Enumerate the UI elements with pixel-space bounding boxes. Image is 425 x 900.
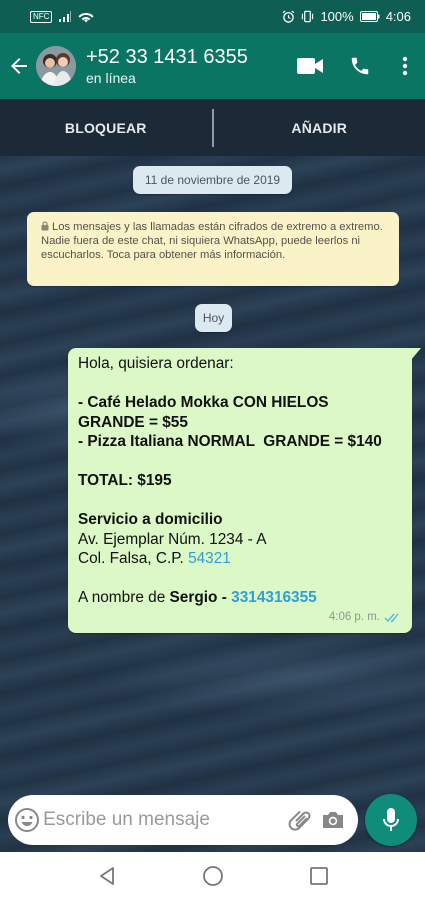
double-check-icon <box>384 613 399 623</box>
mic-button[interactable] <box>365 794 417 846</box>
system-nav-bar <box>0 852 425 900</box>
message-meta: 4:06 p. m. <box>329 608 402 628</box>
message-time: 4:06 p. m. <box>328 610 380 623</box>
message-delivery-title: Servicio a domicilio <box>78 511 223 528</box>
nfc-icon: NFC <box>30 10 53 23</box>
bubble-tail <box>411 348 421 360</box>
add-contact-button[interactable]: AÑADIR <box>214 120 425 136</box>
message-greeting: Hola, quisiera ordenar: <box>78 355 234 372</box>
status-time: 4:06 <box>385 9 411 24</box>
lock-icon <box>41 221 49 231</box>
camera-icon <box>323 812 344 828</box>
avatar[interactable] <box>36 46 76 86</box>
name-separator: - <box>217 589 232 606</box>
video-call-button[interactable] <box>285 33 335 99</box>
back-arrow-icon <box>11 58 27 74</box>
contact-status: en línea <box>86 70 136 86</box>
battery-icon <box>359 11 380 22</box>
address-prefix: Col. Falsa, C.P. <box>78 550 189 567</box>
message-name-line: A nombre de Sergio - 3314316355 <box>78 588 402 608</box>
phone-link[interactable]: 3314316355 <box>231 589 317 606</box>
alarm-icon <box>283 10 295 23</box>
chat-header: +52 33 1431 6355 en línea <box>0 33 425 99</box>
phone-icon <box>351 57 369 75</box>
voice-call-button[interactable] <box>335 33 385 99</box>
status-right: 100% 4:06 <box>282 9 411 24</box>
message-item-1: - Café Helado Mokka CON HIELOS <box>78 394 329 411</box>
contact-name: +52 33 1431 6355 <box>86 46 248 68</box>
name-prefix: A nombre de <box>78 589 170 606</box>
signal-icon <box>59 10 72 22</box>
nav-back-button[interactable] <box>93 862 121 890</box>
outgoing-message[interactable]: Hola, quisiera ordenar: - Café Helado Mo… <box>68 348 421 633</box>
attach-icon <box>288 810 311 831</box>
message-input[interactable] <box>43 809 289 831</box>
nav-recents-icon <box>309 867 328 885</box>
nav-back-icon <box>99 867 114 885</box>
video-call-icon <box>297 58 323 74</box>
message-address-1: Av. Ejemplar Núm. 1234 - A <box>78 530 267 548</box>
nav-home-button[interactable] <box>199 862 227 890</box>
customer-name: Sergio <box>169 589 218 606</box>
message-address-2: Col. Falsa, C.P. 54321 <box>78 549 402 569</box>
date-chip: 11 de noviembre de 2019 <box>133 166 292 194</box>
block-button[interactable]: BLOQUEAR <box>0 120 212 136</box>
message-item-2: - Pizza Italiana NORMAL GRANDE = $140 <box>78 433 382 450</box>
contact-info[interactable]: +52 33 1431 6355 en línea <box>86 45 285 87</box>
status-bar: NFC 100% 4:06 <box>0 0 425 33</box>
encryption-notice-text: Los mensajes y las llamadas están cifrad… <box>41 221 383 261</box>
mic-icon <box>383 808 399 831</box>
camera-button[interactable] <box>320 795 346 845</box>
message-item-1-cont: GRANDE = $55 <box>78 413 188 431</box>
more-options-button[interactable] <box>385 33 425 99</box>
unknown-contact-actions: BLOQUEAR AÑADIR <box>0 99 425 156</box>
encryption-notice[interactable]: Los mensajes y las llamadas están cifrad… <box>27 212 399 286</box>
avatar-image <box>36 46 76 86</box>
composer <box>8 795 358 845</box>
nav-recents-button[interactable] <box>305 862 333 890</box>
wifi-icon <box>78 12 94 22</box>
vibrate-icon <box>302 10 314 23</box>
postal-code-link[interactable]: 54321 <box>188 550 231 567</box>
status-left: NFC <box>30 10 282 23</box>
today-chip: Hoy <box>195 304 232 332</box>
more-vert-icon <box>402 56 408 76</box>
emoji-icon <box>14 808 39 832</box>
back-button[interactable] <box>2 33 36 99</box>
attach-button[interactable] <box>288 795 314 845</box>
nav-home-icon <box>202 866 223 886</box>
chat-area[interactable]: 11 de noviembre de 2019 Los mensajes y l… <box>0 156 425 852</box>
message-total: TOTAL: $195 <box>78 472 172 489</box>
battery-percent: 100% <box>320 9 354 24</box>
emoji-button[interactable] <box>10 795 43 845</box>
